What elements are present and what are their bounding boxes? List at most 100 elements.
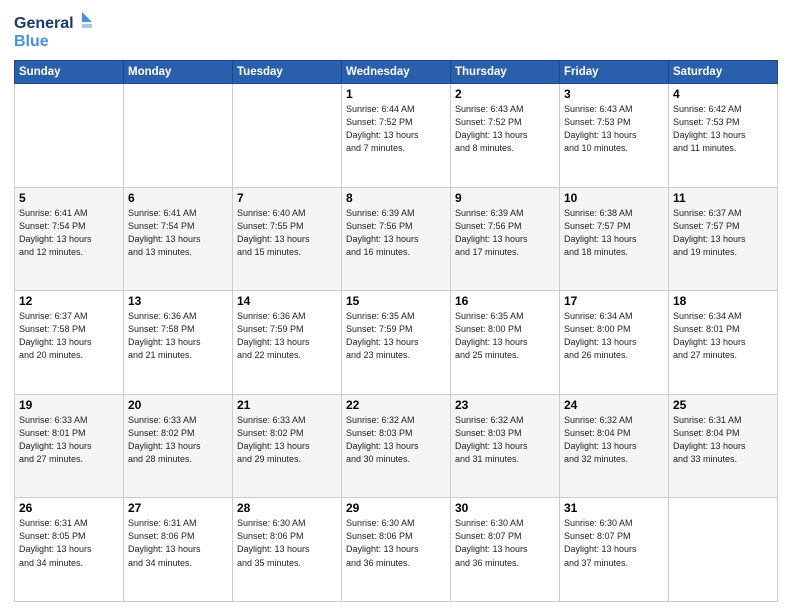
day-number: 1 — [346, 87, 446, 101]
day-info: Sunrise: 6:31 AM Sunset: 8:04 PM Dayligh… — [673, 414, 773, 466]
day-cell: 9Sunrise: 6:39 AM Sunset: 7:56 PM Daylig… — [451, 187, 560, 291]
day-info: Sunrise: 6:41 AM Sunset: 7:54 PM Dayligh… — [128, 207, 228, 259]
weekday-header-monday: Monday — [124, 61, 233, 84]
day-info: Sunrise: 6:32 AM Sunset: 8:03 PM Dayligh… — [455, 414, 555, 466]
day-number: 14 — [237, 294, 337, 308]
svg-text:General: General — [14, 15, 74, 32]
day-cell: 20Sunrise: 6:33 AM Sunset: 8:02 PM Dayli… — [124, 394, 233, 498]
day-number: 21 — [237, 398, 337, 412]
day-cell: 18 Sunrise: 6:34 AM Sunset: 8:01 PM Dayli… — [669, 291, 778, 395]
day-number: 30 — [455, 501, 555, 515]
day-info: Sunrise: 6:33 AM Sunset: 8:02 PM Dayligh… — [128, 414, 228, 466]
day-cell: 22 Sunrise: 6:32 AM Sunset: 8:03 PM Dayli… — [342, 394, 451, 498]
day-info: Sunrise: 6:31 AM Sunset: 8:06 PM Dayligh… — [128, 517, 228, 569]
week-row-2: 5Sunrise: 6:41 AM Sunset: 7:54 PM Daylig… — [15, 187, 778, 291]
day-info: Sunrise: 6:30 AM Sunset: 8:06 PM Dayligh… — [237, 517, 337, 569]
day-info: Sunrise: 6:43 AM Sunset: 7:52 PM Dayligh… — [455, 103, 555, 155]
day-info: Sunrise: 6:43 AM Sunset: 7:53 PM Dayligh… — [564, 103, 664, 155]
weekday-header-thursday: Thursday — [451, 61, 560, 84]
weekday-header-row: SundayMondayTuesdayWednesdayThursdayFrid… — [15, 61, 778, 84]
day-cell: 17 Sunrise: 6:34 AM Sunset: 8:00 PM Dayli… — [560, 291, 669, 395]
day-number: 24 — [564, 398, 664, 412]
day-cell: 8 Sunrise: 6:39 AM Sunset: 7:56 PM Daylig… — [342, 187, 451, 291]
day-number: 27 — [128, 501, 228, 515]
day-info: Sunrise: 6:37 AM Sunset: 7:58 PM Dayligh… — [19, 310, 119, 362]
day-cell: 16 Sunrise: 6:35 AM Sunset: 8:00 PM Dayli… — [451, 291, 560, 395]
day-number: 18 — [673, 294, 773, 308]
day-info: Sunrise: 6:31 AM Sunset: 8:05 PM Dayligh… — [19, 517, 119, 569]
day-number: 15 — [346, 294, 446, 308]
day-number: 8 — [346, 191, 446, 205]
day-cell: 19 Sunrise: 6:33 AM Sunset: 8:01 PM Dayli… — [15, 394, 124, 498]
day-info: Sunrise: 6:35 AM Sunset: 7:59 PM Dayligh… — [346, 310, 446, 362]
day-cell: 11Sunrise: 6:37 AM Sunset: 7:57 PM Dayli… — [669, 187, 778, 291]
day-info: Sunrise: 6:38 AM Sunset: 7:57 PM Dayligh… — [564, 207, 664, 259]
day-cell: 25Sunrise: 6:31 AM Sunset: 8:04 PM Dayli… — [669, 394, 778, 498]
day-info: Sunrise: 6:35 AM Sunset: 8:00 PM Dayligh… — [455, 310, 555, 362]
week-row-4: 19 Sunrise: 6:33 AM Sunset: 8:01 PM Dayli… — [15, 394, 778, 498]
header: General Blue — [14, 10, 778, 52]
day-cell: 27 Sunrise: 6:31 AM Sunset: 8:06 PM Dayli… — [124, 498, 233, 602]
day-number: 12 — [19, 294, 119, 308]
day-number: 28 — [237, 501, 337, 515]
day-cell: 2 Sunrise: 6:43 AM Sunset: 7:52 PM Daylig… — [451, 84, 560, 188]
day-info: Sunrise: 6:30 AM Sunset: 8:07 PM Dayligh… — [455, 517, 555, 569]
day-info: Sunrise: 6:30 AM Sunset: 8:07 PM Dayligh… — [564, 517, 664, 569]
day-cell: 21Sunrise: 6:33 AM Sunset: 8:02 PM Dayli… — [233, 394, 342, 498]
day-info: Sunrise: 6:36 AM Sunset: 7:58 PM Dayligh… — [128, 310, 228, 362]
day-cell — [233, 84, 342, 188]
day-cell: 13 Sunrise: 6:36 AM Sunset: 7:58 PM Dayli… — [124, 291, 233, 395]
day-number: 29 — [346, 501, 446, 515]
day-cell: 26Sunrise: 6:31 AM Sunset: 8:05 PM Dayli… — [15, 498, 124, 602]
week-row-5: 26Sunrise: 6:31 AM Sunset: 8:05 PM Dayli… — [15, 498, 778, 602]
day-number: 19 — [19, 398, 119, 412]
logo-svg: General Blue — [14, 10, 94, 52]
weekday-header-wednesday: Wednesday — [342, 61, 451, 84]
day-number: 17 — [564, 294, 664, 308]
day-info: Sunrise: 6:40 AM Sunset: 7:55 PM Dayligh… — [237, 207, 337, 259]
day-info: Sunrise: 6:32 AM Sunset: 8:04 PM Dayligh… — [564, 414, 664, 466]
day-number: 11 — [673, 191, 773, 205]
day-cell: 3 Sunrise: 6:43 AM Sunset: 7:53 PM Daylig… — [560, 84, 669, 188]
day-cell: 31 Sunrise: 6:30 AM Sunset: 8:07 PM Dayli… — [560, 498, 669, 602]
day-number: 3 — [564, 87, 664, 101]
day-info: Sunrise: 6:39 AM Sunset: 7:56 PM Dayligh… — [455, 207, 555, 259]
day-cell: 24 Sunrise: 6:32 AM Sunset: 8:04 PM Dayli… — [560, 394, 669, 498]
day-number: 31 — [564, 501, 664, 515]
day-number: 13 — [128, 294, 228, 308]
day-cell: 29 Sunrise: 6:30 AM Sunset: 8:06 PM Dayli… — [342, 498, 451, 602]
day-cell: 28 Sunrise: 6:30 AM Sunset: 8:06 PM Dayli… — [233, 498, 342, 602]
day-number: 6 — [128, 191, 228, 205]
day-cell: 10 Sunrise: 6:38 AM Sunset: 7:57 PM Dayli… — [560, 187, 669, 291]
day-number: 22 — [346, 398, 446, 412]
week-row-3: 12 Sunrise: 6:37 AM Sunset: 7:58 PM Dayli… — [15, 291, 778, 395]
day-number: 16 — [455, 294, 555, 308]
day-info: Sunrise: 6:34 AM Sunset: 8:01 PM Dayligh… — [673, 310, 773, 362]
day-cell: 7 Sunrise: 6:40 AM Sunset: 7:55 PM Daylig… — [233, 187, 342, 291]
page: General Blue SundayMondayTuesdayWednesda… — [0, 0, 792, 612]
day-cell: 15 Sunrise: 6:35 AM Sunset: 7:59 PM Dayli… — [342, 291, 451, 395]
day-info: Sunrise: 6:32 AM Sunset: 8:03 PM Dayligh… — [346, 414, 446, 466]
day-info: Sunrise: 6:30 AM Sunset: 8:06 PM Dayligh… — [346, 517, 446, 569]
day-number: 2 — [455, 87, 555, 101]
day-info: Sunrise: 6:34 AM Sunset: 8:00 PM Dayligh… — [564, 310, 664, 362]
day-info: Sunrise: 6:41 AM Sunset: 7:54 PM Dayligh… — [19, 207, 119, 259]
week-row-1: 1 Sunrise: 6:44 AM Sunset: 7:52 PM Daylig… — [15, 84, 778, 188]
day-info: Sunrise: 6:33 AM Sunset: 8:01 PM Dayligh… — [19, 414, 119, 466]
day-number: 23 — [455, 398, 555, 412]
day-info: Sunrise: 6:42 AM Sunset: 7:53 PM Dayligh… — [673, 103, 773, 155]
day-cell: 4Sunrise: 6:42 AM Sunset: 7:53 PM Daylig… — [669, 84, 778, 188]
day-cell: 5Sunrise: 6:41 AM Sunset: 7:54 PM Daylig… — [15, 187, 124, 291]
day-cell: 12 Sunrise: 6:37 AM Sunset: 7:58 PM Dayli… — [15, 291, 124, 395]
day-number: 7 — [237, 191, 337, 205]
day-info: Sunrise: 6:44 AM Sunset: 7:52 PM Dayligh… — [346, 103, 446, 155]
day-cell: 23 Sunrise: 6:32 AM Sunset: 8:03 PM Dayli… — [451, 394, 560, 498]
day-cell: 1 Sunrise: 6:44 AM Sunset: 7:52 PM Daylig… — [342, 84, 451, 188]
day-number: 10 — [564, 191, 664, 205]
day-cell — [15, 84, 124, 188]
day-info: Sunrise: 6:39 AM Sunset: 7:56 PM Dayligh… — [346, 207, 446, 259]
day-cell — [124, 84, 233, 188]
weekday-header-friday: Friday — [560, 61, 669, 84]
weekday-header-sunday: Sunday — [15, 61, 124, 84]
day-cell: 30 Sunrise: 6:30 AM Sunset: 8:07 PM Dayli… — [451, 498, 560, 602]
